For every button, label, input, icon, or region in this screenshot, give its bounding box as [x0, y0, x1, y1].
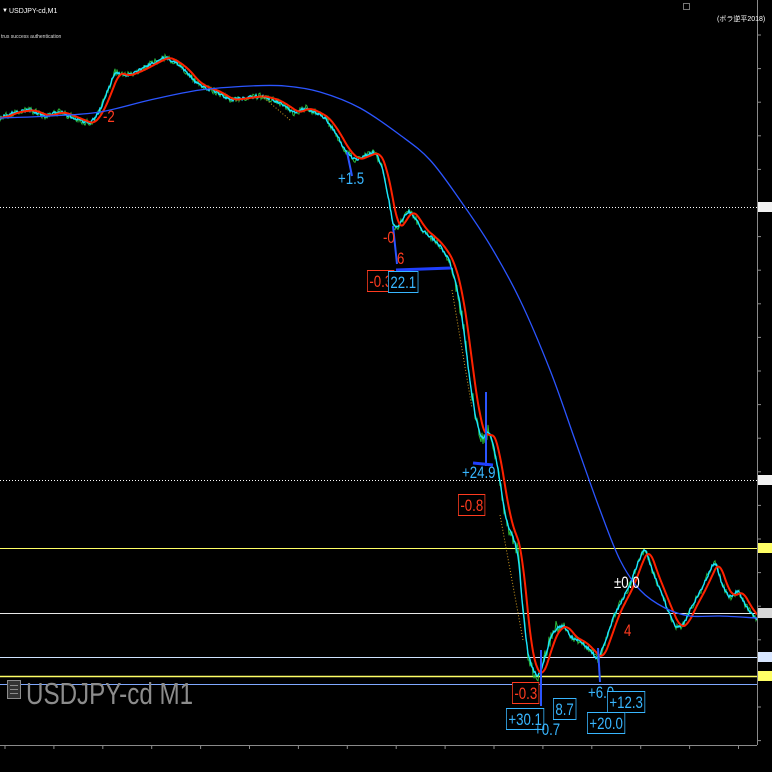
symbol-watermark: USDJPY-cd M1	[26, 676, 194, 711]
price-tag-white-1	[758, 202, 772, 212]
trade-label: +24.9	[462, 463, 496, 482]
price-line-green	[0, 53, 758, 682]
chart-canvas[interactable]	[0, 0, 772, 772]
price-tag-white-2	[758, 475, 772, 485]
price-tag-white-4	[758, 652, 772, 662]
trade-label-box: +12.3	[607, 691, 646, 713]
chart-symbol-title: USDJPY-cd,M1	[9, 8, 58, 15]
time-axis[interactable]	[0, 745, 757, 749]
trade-label-box: +20.0	[587, 712, 626, 734]
price-tag-yellow-1	[758, 543, 772, 553]
price-series	[0, 53, 758, 682]
trade-label: -0	[383, 228, 395, 247]
price-axis[interactable]	[757, 0, 761, 745]
trade-label-box: 8.7	[553, 698, 577, 720]
chart-window-icon	[7, 680, 21, 699]
trade-label: 4	[624, 621, 632, 640]
trade-label-box: 22.1	[388, 271, 419, 293]
trade-label-box: -0.3	[512, 682, 540, 704]
price-line-cyan	[0, 55, 758, 677]
chart-corner-icon[interactable]	[683, 3, 690, 10]
trade-label: +0.7	[534, 720, 561, 739]
trade-markers	[261, 95, 601, 706]
trade-label: -2	[103, 107, 115, 126]
chart-menu-triangle-icon[interactable]: ▼	[2, 8, 8, 14]
trend-dotted-1	[451, 289, 473, 409]
signal-line-red	[0, 57, 758, 674]
trade-marker-3	[395, 266, 452, 272]
trade-label-box: -0.8	[458, 494, 486, 516]
trade-label: +1.5	[338, 169, 365, 188]
price-tag-white-3	[758, 608, 772, 618]
trade-label: ±0.0	[614, 573, 640, 592]
price-tag-yellow-2	[758, 671, 772, 681]
moving-average-line	[0, 84, 758, 619]
trade-label: 6	[397, 249, 405, 268]
auth-status-text: trus success authentication	[1, 34, 62, 40]
indicator-name: (ボラ逆平2018)	[717, 16, 766, 23]
